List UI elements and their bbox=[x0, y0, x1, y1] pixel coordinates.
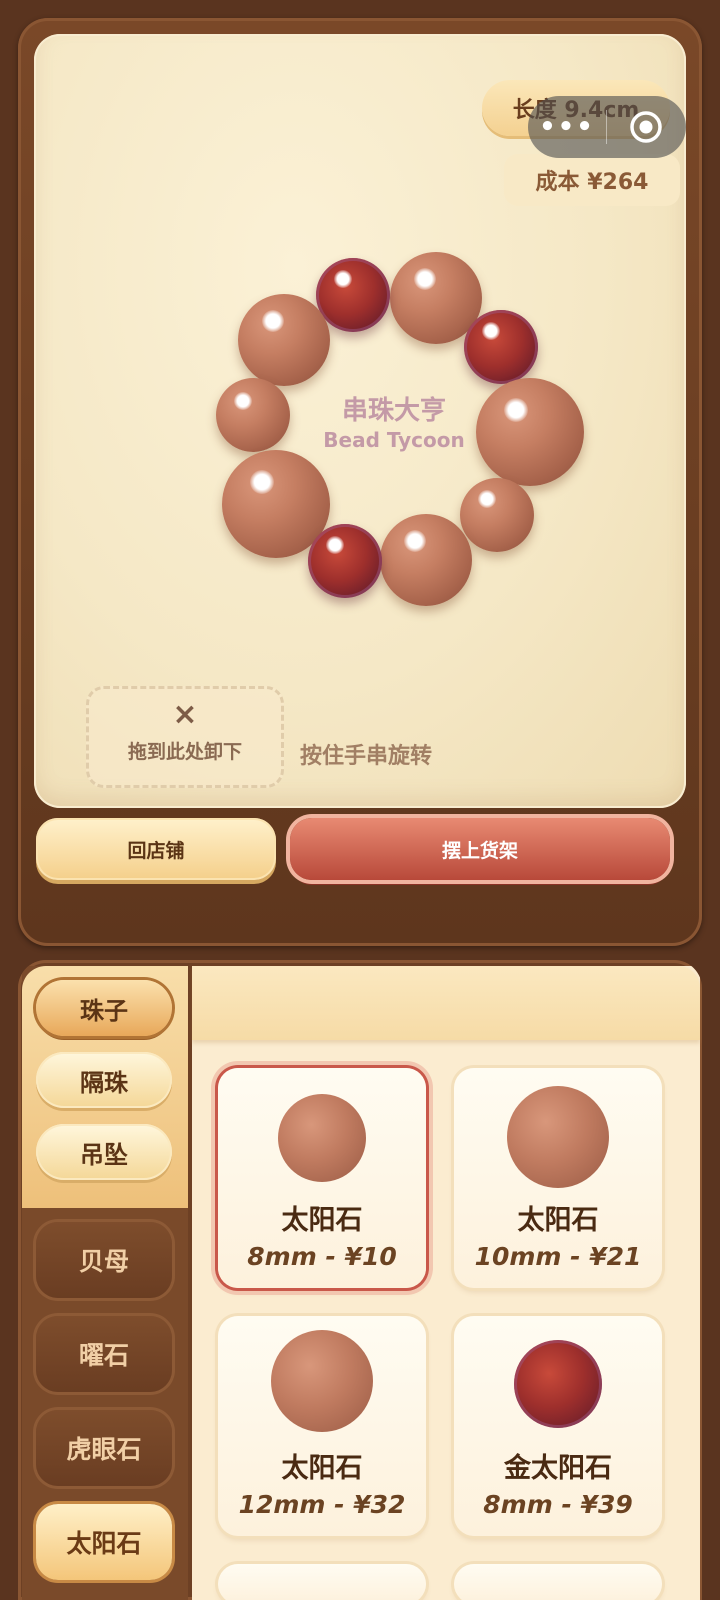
product-grid-header bbox=[192, 966, 700, 1040]
back-to-shop-button[interactable]: 回店铺 bbox=[36, 818, 276, 880]
bead-sunstone[interactable] bbox=[238, 294, 330, 386]
material-label: 太阳石 bbox=[66, 1529, 142, 1558]
rotate-hint: 按住手串旋转 bbox=[300, 744, 433, 769]
material-label: 虎眼石 bbox=[66, 1435, 142, 1464]
product-card[interactable]: 太阳石 10mm - ¥21 bbox=[454, 1068, 662, 1288]
drop-zone-label: 拖到此处卸下 bbox=[127, 741, 242, 763]
product-price: 8mm - ¥10 bbox=[247, 1242, 397, 1271]
brand-title-en: Bead Tycoon bbox=[323, 428, 465, 452]
product-price: 8mm - ¥39 bbox=[483, 1490, 633, 1519]
bracelet[interactable]: 串珠大亨 Bead Tycoon bbox=[184, 234, 604, 634]
product-name: 金太阳石 bbox=[504, 1453, 612, 1484]
product-card[interactable] bbox=[454, 1564, 662, 1600]
category-tab-pendants[interactable]: 吊坠 bbox=[36, 1124, 172, 1180]
category-label: 隔珠 bbox=[80, 1068, 128, 1097]
category-tab-beads[interactable]: 珠子 bbox=[36, 980, 172, 1036]
product-name: 太阳石 bbox=[517, 1205, 599, 1236]
category-label: 吊坠 bbox=[80, 1140, 128, 1169]
bead-sunstone[interactable] bbox=[380, 514, 472, 606]
remove-drop-zone[interactable]: × 拖到此处卸下 bbox=[86, 686, 284, 788]
product-card[interactable]: 太阳石 8mm - ¥10 bbox=[218, 1068, 426, 1288]
put-on-shelf-button[interactable]: 摆上货架 bbox=[290, 818, 670, 880]
material-tab-tigers-eye[interactable]: 虎眼石 bbox=[36, 1410, 172, 1486]
more-dots-icon[interactable]: ••• bbox=[528, 96, 606, 158]
bead-sunstone[interactable] bbox=[460, 478, 534, 552]
bead-gold-sunstone[interactable] bbox=[464, 310, 538, 384]
material-picker-panel: 珠子 隔珠 吊坠 贝母 曜石 虎眼石 太阳石 太阳石 8mm - ¥10 太阳石… bbox=[18, 960, 702, 1600]
product-price: 12mm - ¥32 bbox=[238, 1490, 406, 1519]
bead-gold-sunstone[interactable] bbox=[316, 258, 390, 332]
mini-program-capsule: ••• bbox=[528, 96, 686, 158]
material-label: 贝母 bbox=[78, 1247, 129, 1276]
bead-thumbnail bbox=[507, 1086, 609, 1188]
material-tab-sunstone[interactable]: 太阳石 bbox=[36, 1504, 172, 1580]
cost-badge: 成本 ¥264 bbox=[504, 154, 680, 206]
product-name: 太阳石 bbox=[281, 1205, 363, 1236]
material-tab-mother-of-pearl[interactable]: 贝母 bbox=[36, 1222, 172, 1298]
brand-title-cn: 串珠大亨 bbox=[341, 396, 446, 426]
product-name: 太阳石 bbox=[281, 1453, 363, 1484]
bead-thumbnail bbox=[278, 1094, 366, 1182]
target-circle-icon[interactable] bbox=[607, 109, 685, 145]
bead-thumbnail bbox=[514, 1340, 602, 1428]
close-icon: × bbox=[172, 697, 198, 732]
product-price: 10mm - ¥21 bbox=[474, 1242, 642, 1271]
bead-gold-sunstone[interactable] bbox=[308, 524, 382, 598]
category-tab-spacers[interactable]: 隔珠 bbox=[36, 1052, 172, 1108]
category-label: 珠子 bbox=[80, 996, 128, 1025]
material-label: 曜石 bbox=[78, 1341, 129, 1370]
product-card[interactable]: 太阳石 12mm - ¥32 bbox=[218, 1316, 426, 1536]
product-grid-area[interactable]: 太阳石 8mm - ¥10 太阳石 10mm - ¥21 太阳石 12mm - … bbox=[192, 966, 700, 1600]
material-tab-obsidian[interactable]: 曜石 bbox=[36, 1316, 172, 1392]
product-card[interactable] bbox=[218, 1564, 426, 1600]
sidebar: 珠子 隔珠 吊坠 贝母 曜石 虎眼石 太阳石 bbox=[22, 966, 188, 1600]
bead-thumbnail bbox=[271, 1330, 373, 1432]
product-card[interactable]: 金太阳石 8mm - ¥39 bbox=[454, 1316, 662, 1536]
